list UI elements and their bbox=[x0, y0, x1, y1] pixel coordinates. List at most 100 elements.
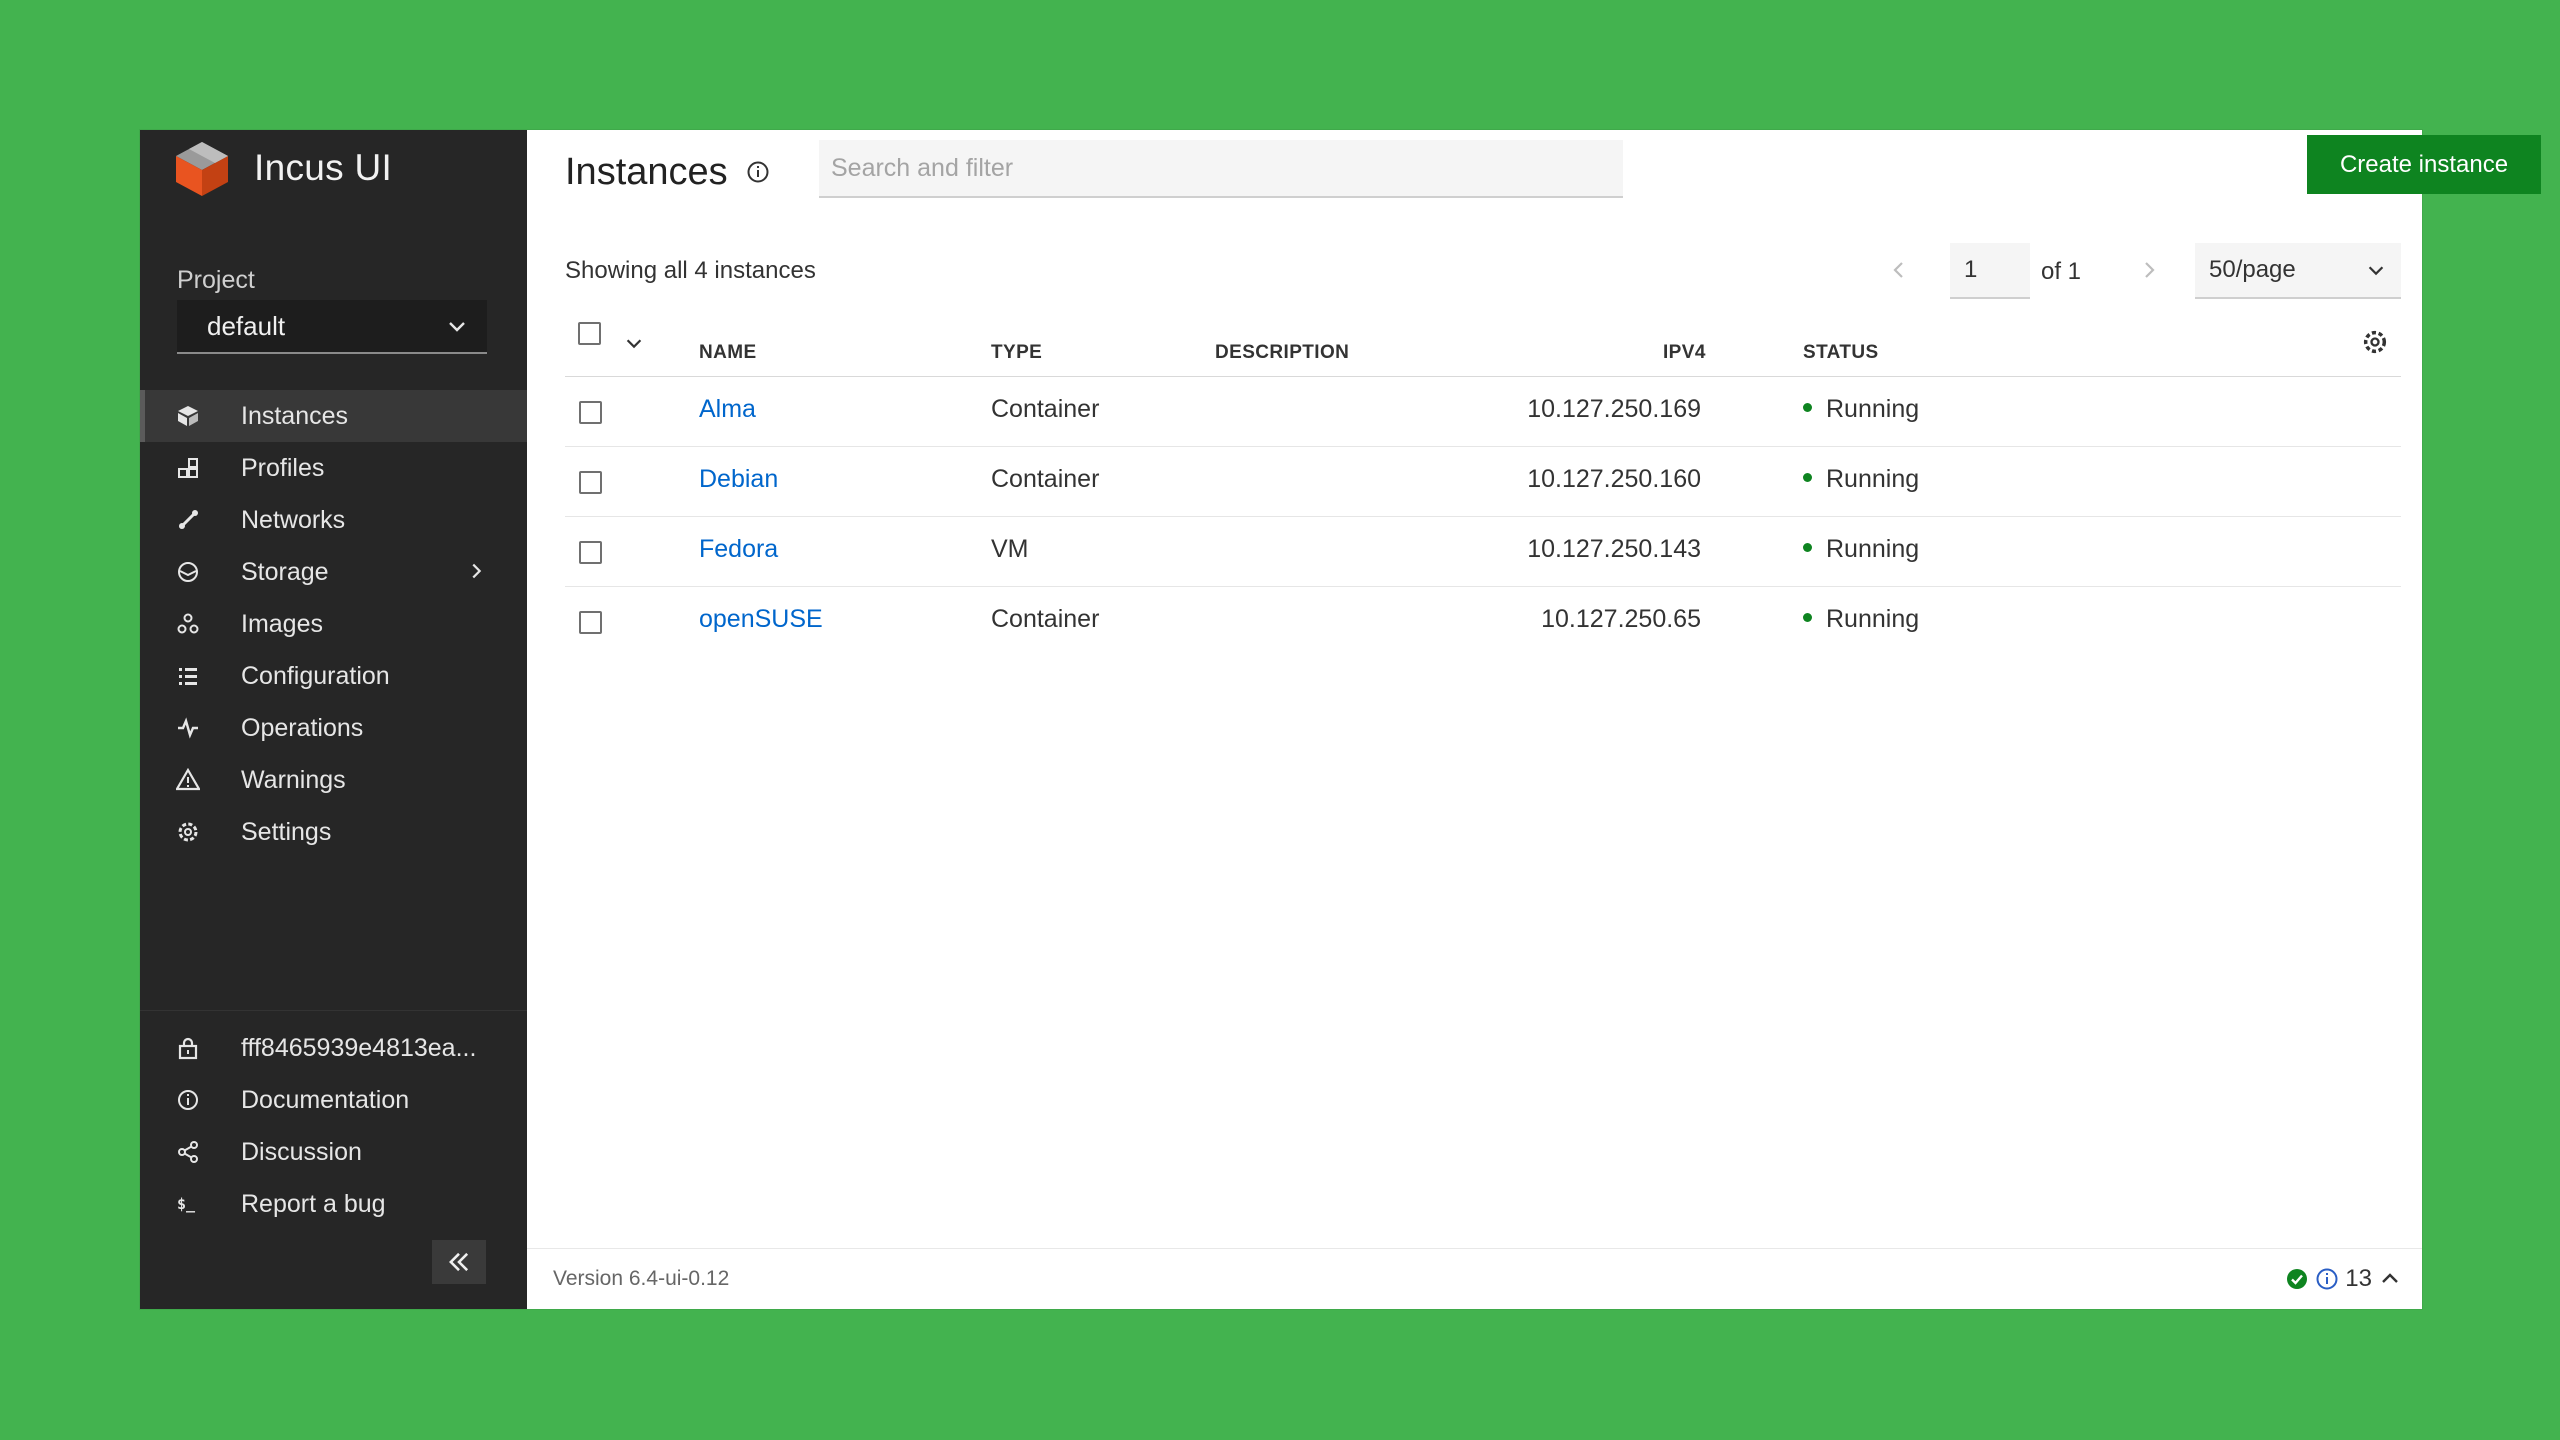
images-icon bbox=[174, 610, 202, 638]
row-checkbox[interactable] bbox=[579, 471, 602, 494]
app-window: Incus UI Project default Instances Profi… bbox=[140, 130, 2541, 1309]
create-instance-button[interactable]: Create instance bbox=[2307, 135, 2541, 194]
status-badge: Running bbox=[1803, 395, 1919, 424]
sidebar-item-account[interactable]: fff8465939e4813ea... bbox=[140, 1022, 527, 1074]
chevron-right-icon[interactable] bbox=[2137, 258, 2161, 282]
project-select[interactable]: default bbox=[177, 300, 487, 354]
collapse-sidebar-button[interactable] bbox=[432, 1240, 486, 1284]
svg-text:$_: $_ bbox=[177, 1195, 196, 1213]
sidebar-item-profiles[interactable]: Profiles bbox=[140, 442, 527, 494]
configuration-icon bbox=[174, 662, 202, 690]
page-title-text: Instances bbox=[565, 150, 728, 193]
sidebar-bottom-nav: fff8465939e4813ea... Documentation Discu… bbox=[140, 1022, 527, 1230]
lock-icon bbox=[174, 1034, 202, 1062]
info-icon bbox=[174, 1086, 202, 1114]
status-text: Running bbox=[1826, 465, 1920, 493]
sidebar-item-label: Images bbox=[241, 609, 323, 638]
column-header-ipv4[interactable]: IPV4 bbox=[1663, 342, 1706, 364]
sidebar-item-storage[interactable]: Storage bbox=[140, 546, 527, 598]
sidebar-item-label: Operations bbox=[241, 713, 364, 742]
status-badge: Running bbox=[1803, 465, 1919, 494]
instance-type: Container bbox=[991, 605, 1100, 633]
instance-name-link[interactable]: Fedora bbox=[699, 535, 778, 564]
sidebar-item-configuration[interactable]: Configuration bbox=[140, 650, 527, 702]
sidebar-item-documentation[interactable]: Documentation bbox=[140, 1074, 527, 1126]
sidebar-item-discussion[interactable]: Discussion bbox=[140, 1126, 527, 1178]
status-dot-icon bbox=[1803, 612, 1812, 622]
column-header-description[interactable]: DESCRIPTION bbox=[1215, 342, 1349, 364]
instances-table: NAME TYPE DESCRIPTION IPV4 STATUS Alma C… bbox=[565, 300, 2401, 656]
table-row[interactable]: openSUSE Container 10.127.250.65 Running bbox=[565, 587, 2401, 656]
profiles-icon bbox=[174, 454, 202, 482]
table-row[interactable]: Fedora VM 10.127.250.143 Running bbox=[565, 517, 2401, 587]
version-label: Version 6.4-ui-0.12 bbox=[553, 1267, 730, 1290]
instance-name-link[interactable]: Debian bbox=[699, 465, 778, 494]
chevron-down-icon bbox=[449, 322, 465, 332]
chevron-down-icon[interactable] bbox=[623, 332, 645, 354]
instance-name-link[interactable]: openSUSE bbox=[699, 605, 823, 634]
brand[interactable]: Incus UI bbox=[170, 136, 392, 200]
column-header-name[interactable]: NAME bbox=[699, 342, 757, 364]
sidebar-item-instances[interactable]: Instances bbox=[140, 390, 527, 442]
status-badge: Running bbox=[1803, 535, 1919, 564]
row-checkbox[interactable] bbox=[579, 401, 602, 424]
table-row[interactable]: Alma Container 10.127.250.169 Running bbox=[565, 377, 2401, 447]
instance-name-link[interactable]: Alma bbox=[699, 395, 756, 424]
page-total-label: of 1 bbox=[2041, 258, 2082, 285]
instance-type: Container bbox=[991, 395, 1100, 423]
instance-ipv4: 10.127.250.65 bbox=[1541, 605, 1701, 633]
status-badge: Running bbox=[1803, 605, 1919, 634]
terminal-icon: $_ bbox=[174, 1190, 202, 1218]
sidebar-item-report-bug[interactable]: $_ Report a bug bbox=[140, 1178, 527, 1230]
status-dot-icon bbox=[1803, 402, 1812, 412]
chevron-left-icon[interactable] bbox=[1887, 258, 1911, 282]
warning-icon bbox=[174, 766, 202, 794]
column-header-status[interactable]: STATUS bbox=[1803, 342, 1879, 364]
sidebar-item-warnings[interactable]: Warnings bbox=[140, 754, 527, 806]
per-page-select[interactable]: 50/page bbox=[2195, 243, 2401, 299]
table-row[interactable]: Debian Container 10.127.250.160 Running bbox=[565, 447, 2401, 517]
instance-ipv4: 10.127.250.169 bbox=[1527, 395, 1701, 423]
main-content: Instances Create instance Showing all 4 … bbox=[527, 130, 2541, 1309]
info-icon bbox=[2316, 1268, 2338, 1290]
row-checkbox[interactable] bbox=[579, 541, 602, 564]
page-number-input[interactable] bbox=[1950, 243, 2030, 299]
sidebar-item-label: Report a bug bbox=[241, 1189, 386, 1218]
sidebar-item-operations[interactable]: Operations bbox=[140, 702, 527, 754]
instances-icon bbox=[174, 402, 202, 430]
instance-ipv4: 10.127.250.143 bbox=[1527, 535, 1701, 563]
sidebar-item-label: Storage bbox=[241, 557, 329, 586]
chevron-right-icon bbox=[472, 563, 482, 579]
instance-ipv4: 10.127.250.160 bbox=[1527, 465, 1701, 493]
brand-name: Incus UI bbox=[254, 147, 393, 188]
status-dot-icon bbox=[1803, 472, 1812, 482]
select-all-checkbox[interactable] bbox=[578, 322, 601, 345]
per-page-value: 50/page bbox=[2209, 256, 2296, 283]
sidebar-item-networks[interactable]: Networks bbox=[140, 494, 527, 546]
status-text: Running bbox=[1826, 395, 1920, 423]
settings-icon bbox=[174, 818, 202, 846]
row-checkbox[interactable] bbox=[579, 611, 602, 634]
notifications-summary[interactable]: 13 bbox=[2285, 1265, 2402, 1293]
gear-icon[interactable] bbox=[2361, 328, 2389, 356]
status-dot-icon bbox=[1803, 542, 1812, 552]
sidebar-item-images[interactable]: Images bbox=[140, 598, 527, 650]
incus-logo-icon bbox=[176, 142, 228, 196]
search-input[interactable] bbox=[819, 140, 1623, 198]
sidebar-item-settings[interactable]: Settings bbox=[140, 806, 527, 858]
column-header-type[interactable]: TYPE bbox=[991, 342, 1042, 364]
sidebar-item-label: Discussion bbox=[241, 1137, 362, 1166]
project-selected-value: default bbox=[207, 310, 286, 341]
success-check-icon bbox=[2287, 1269, 2308, 1289]
status-text: Running bbox=[1826, 535, 1920, 563]
instance-type: VM bbox=[991, 535, 1029, 563]
chevron-up-icon bbox=[2382, 1273, 2398, 1283]
sidebar-item-label: fff8465939e4813ea... bbox=[241, 1033, 477, 1062]
info-icon[interactable] bbox=[746, 160, 770, 184]
sidebar-item-label: Networks bbox=[241, 505, 346, 534]
sidebar-divider bbox=[140, 1010, 527, 1011]
sidebar-item-label: Instances bbox=[241, 401, 349, 430]
double-chevron-left-icon bbox=[449, 1252, 469, 1272]
sidebar-item-label: Warnings bbox=[241, 765, 346, 794]
table-header: NAME TYPE DESCRIPTION IPV4 STATUS bbox=[565, 300, 2401, 377]
